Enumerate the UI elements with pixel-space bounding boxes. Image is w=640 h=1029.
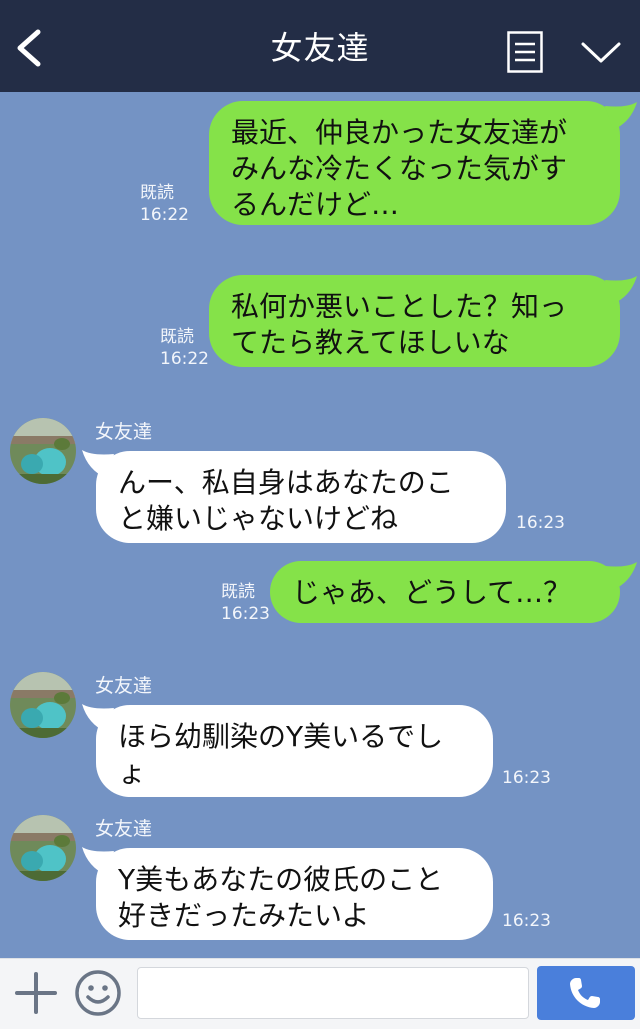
message-line: じゃあ、どうして…？ — [292, 576, 572, 609]
avatar-image — [10, 672, 76, 738]
read-receipt: 既読 16:23 — [221, 581, 285, 625]
smile-icon[interactable] — [74, 969, 122, 1017]
bubble-tail — [605, 562, 637, 590]
message-line: ょ — [118, 756, 147, 789]
chat-area[interactable]: 最近、仲良かった女友達が みんな冷たくなった気がす るんだけど… 既読 16:2… — [0, 92, 640, 958]
message-time: 16:23 — [221, 604, 270, 624]
sender-name: 女友達 — [95, 421, 153, 443]
message-line: 最近、仲良かった女友達が — [231, 116, 568, 149]
phone-icon — [570, 978, 600, 1008]
message-bubble-outgoing[interactable]: 最近、仲良かった女友達が みんな冷たくなった気がす るんだけど… — [209, 101, 620, 225]
chevron-down-icon[interactable] — [580, 40, 622, 66]
message-line: ほら幼馴染のY美いるでし — [118, 720, 444, 753]
read-receipt: 既読 16:22 — [140, 182, 204, 226]
sender-name: 女友達 — [95, 818, 153, 840]
message-line: 好きだったみたいよ — [118, 899, 370, 932]
message-bubble-outgoing[interactable]: じゃあ、どうして…？ — [270, 561, 620, 623]
menu-icon[interactable] — [507, 31, 543, 73]
avatar-image — [10, 815, 76, 881]
avatar[interactable] — [10, 418, 76, 484]
message-line: Y美もあなたの彼氏のこと — [118, 863, 444, 896]
chevron-left-icon[interactable] — [12, 28, 48, 68]
read-receipt: 既読 16:22 — [160, 326, 224, 370]
message-time: 16:22 — [140, 205, 189, 225]
message-line: みんな冷たくなった気がす — [231, 152, 568, 185]
message-time: 16:22 — [160, 349, 209, 369]
message-line: んー、私自身はあなたのこ — [118, 466, 454, 499]
message-line: と嫌いじゃないけどね — [118, 502, 399, 535]
chat-header: 女友達 — [0, 0, 640, 92]
message-line: てたら教えてほしいな — [231, 326, 510, 359]
message-bubble-incoming[interactable]: Y美もあなたの彼氏のこと 好きだったみたいよ — [96, 848, 493, 940]
chat-title: 女友達 — [270, 29, 370, 67]
message-time: 16:23 — [516, 513, 565, 533]
message-line: るんだけど… — [231, 188, 400, 221]
avatar[interactable] — [10, 672, 76, 738]
bubble-tail — [605, 276, 637, 304]
read-label: 既読 — [160, 327, 194, 347]
message-line: 私何か悪いことした？知っ — [231, 290, 568, 323]
avatar[interactable] — [10, 815, 76, 881]
read-label: 既読 — [221, 582, 255, 602]
message-input[interactable] — [137, 967, 529, 1019]
read-label: 既読 — [140, 183, 174, 203]
message-time: 16:23 — [502, 768, 551, 788]
message-time: 16:23 — [502, 911, 551, 931]
message-bubble-incoming[interactable]: んー、私自身はあなたのこ と嫌いじゃないけどね — [96, 451, 506, 543]
message-bubble-outgoing[interactable]: 私何か悪いことした？知っ てたら教えてほしいな — [209, 275, 620, 367]
message-input-bar — [0, 958, 640, 1029]
plus-icon[interactable] — [14, 971, 58, 1015]
sender-name: 女友達 — [95, 675, 153, 697]
message-bubble-incoming[interactable]: ほら幼馴染のY美いるでし ょ — [96, 705, 493, 797]
call-button[interactable] — [537, 966, 635, 1020]
avatar-image — [10, 418, 76, 484]
bubble-tail — [605, 102, 637, 130]
